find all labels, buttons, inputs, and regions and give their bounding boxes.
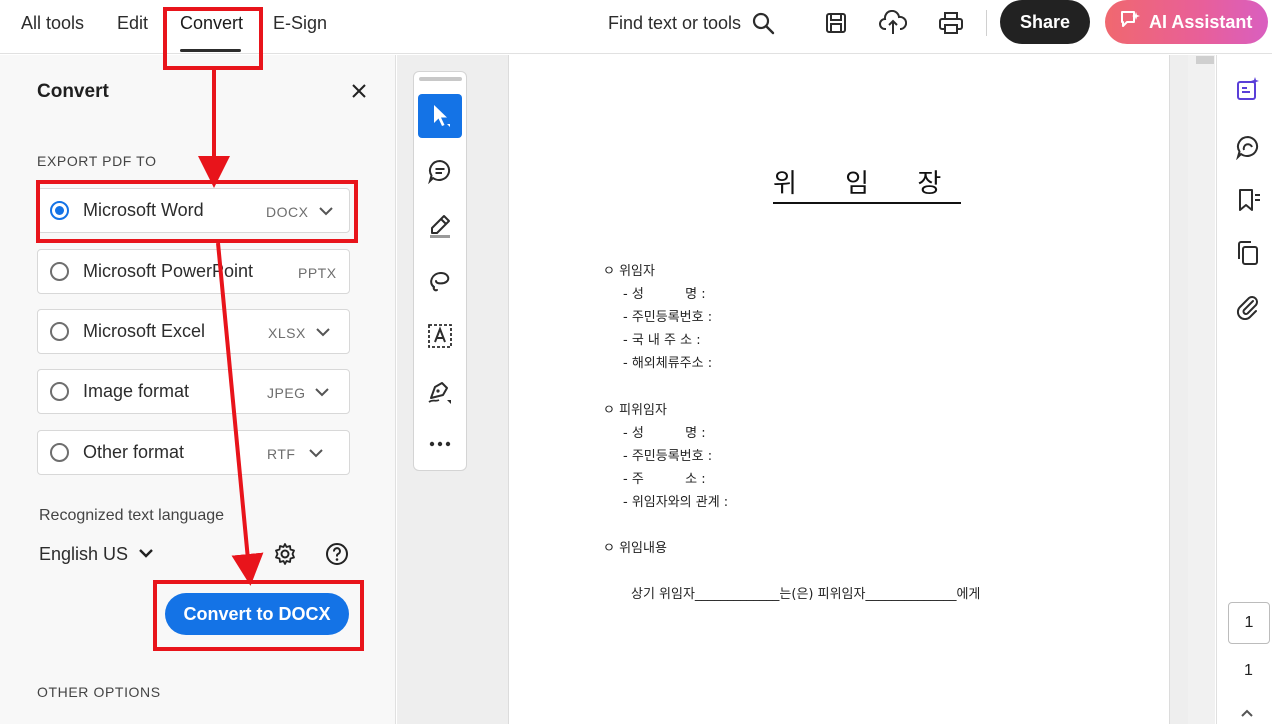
option-image-format[interactable]: Image format JPEG — [37, 369, 350, 414]
doc-line: - 주민등록번호 : — [623, 449, 713, 464]
option-microsoft-powerpoint[interactable]: Microsoft PowerPoint PPTX — [37, 249, 350, 294]
toolbar-drag-handle[interactable] — [419, 77, 462, 81]
option-microsoft-word[interactable]: Microsoft Word DOCX — [37, 188, 350, 233]
ai-assistant-button[interactable]: AI Assistant — [1105, 0, 1268, 44]
search-icon[interactable] — [748, 8, 778, 38]
text-box-icon[interactable] — [418, 314, 462, 358]
top-bar: All tools Edit Convert E-Sign Find text … — [0, 0, 1272, 54]
tab-edit[interactable]: Edit — [117, 11, 148, 35]
scrollbar-thumb[interactable] — [1196, 56, 1214, 64]
ai-assistant-icon — [1119, 9, 1141, 36]
option-ext: XLSX — [268, 325, 306, 341]
option-ext: DOCX — [266, 204, 309, 220]
select-arrow-icon[interactable] — [418, 94, 462, 138]
doc-line: ㅇ 위임내용 — [603, 541, 667, 556]
ai-assistant-label: AI Assistant — [1149, 11, 1253, 32]
doc-line: - 성 명 : — [623, 287, 706, 302]
close-icon[interactable] — [349, 81, 369, 101]
comment-icon[interactable] — [418, 149, 462, 193]
radio-powerpoint[interactable] — [50, 262, 69, 281]
active-tab-indicator — [180, 49, 241, 52]
language-select[interactable]: English US — [39, 544, 154, 565]
chevron-down-icon[interactable] — [308, 445, 324, 461]
save-icon[interactable] — [821, 8, 851, 38]
option-ext: RTF — [267, 446, 296, 462]
cloud-upload-icon[interactable] — [878, 8, 908, 38]
attachment-icon[interactable] — [1233, 292, 1263, 322]
doc-line: - 주 소 : — [623, 472, 706, 487]
pdf-page: 위 임 장 ㅇ 위임자 - 성 명 : - 주민등록번호 : - 국 내 주 소… — [508, 55, 1170, 724]
option-label: Other format — [83, 442, 185, 462]
comments-panel-icon[interactable] — [1233, 132, 1263, 162]
option-ext: PPTX — [298, 265, 337, 281]
quick-tools-toolbar — [413, 71, 467, 471]
option-label: Image format — [83, 381, 190, 401]
current-page-input[interactable]: 1 — [1228, 602, 1270, 644]
option-other-format[interactable]: Other format RTF — [37, 430, 350, 475]
language-label: Recognized text language — [39, 507, 225, 524]
share-button[interactable]: Share — [1000, 0, 1090, 44]
toolbar-separator — [986, 10, 987, 36]
tab-convert[interactable]: Convert — [180, 11, 243, 35]
ai-sparkle-icon[interactable] — [1233, 74, 1263, 104]
other-options-label: OTHER OPTIONS — [37, 684, 161, 700]
find-text-label[interactable]: Find text or tools — [608, 11, 741, 35]
doc-line: - 위임자와의 관계 : — [623, 495, 729, 510]
signature-pen-icon[interactable] — [418, 369, 462, 413]
radio-other[interactable] — [50, 443, 69, 462]
tab-all-tools[interactable]: All tools — [21, 11, 84, 35]
option-ext: JPEG — [267, 385, 306, 401]
doc-line: 상기 위임자_____________는(은) 피위임자____________… — [631, 587, 981, 602]
panel-title: Convert — [37, 81, 109, 102]
document-title: 위 임 장 — [773, 163, 962, 204]
tab-esign[interactable]: E-Sign — [273, 11, 327, 35]
chevron-down-icon[interactable] — [318, 203, 334, 219]
option-microsoft-excel[interactable]: Microsoft Excel XLSX — [37, 309, 350, 354]
option-label: Microsoft PowerPoint — [83, 261, 254, 281]
help-icon[interactable] — [324, 541, 350, 567]
copy-pages-icon[interactable] — [1233, 238, 1263, 268]
doc-line: - 국 내 주 소 : — [623, 333, 701, 348]
total-pages: 1 — [1244, 662, 1253, 679]
radio-image[interactable] — [50, 382, 69, 401]
option-label: Microsoft Word — [83, 200, 204, 220]
highlight-pen-icon[interactable] — [418, 204, 462, 248]
vertical-scrollbar[interactable] — [1188, 55, 1215, 724]
bookmark-icon[interactable] — [1233, 185, 1263, 215]
chevron-up-icon[interactable] — [1240, 706, 1254, 720]
radio-excel[interactable] — [50, 322, 69, 341]
chevron-down-icon[interactable] — [315, 324, 331, 340]
chevron-down-icon — [138, 544, 154, 565]
doc-line: - 성 명 : — [623, 426, 706, 441]
doc-line: - 주민등록번호 : — [623, 310, 713, 325]
radio-word[interactable] — [50, 201, 69, 220]
convert-to-docx-button[interactable]: Convert to DOCX — [165, 593, 349, 635]
export-section-label: EXPORT PDF TO — [37, 153, 157, 169]
chevron-down-icon[interactable] — [314, 384, 330, 400]
print-icon[interactable] — [936, 8, 966, 38]
option-label: Microsoft Excel — [83, 321, 206, 341]
doc-line: - 해외체류주소 : — [623, 356, 713, 371]
language-value: English US — [39, 544, 129, 564]
convert-panel: Convert EXPORT PDF TO Microsoft Word DOC… — [0, 55, 396, 724]
lasso-draw-icon[interactable] — [418, 259, 462, 303]
doc-line: ㅇ 위임자 — [603, 264, 655, 279]
doc-line: ㅇ 피위임자 — [603, 403, 667, 418]
gear-icon[interactable] — [272, 541, 298, 567]
more-icon[interactable] — [418, 422, 462, 466]
